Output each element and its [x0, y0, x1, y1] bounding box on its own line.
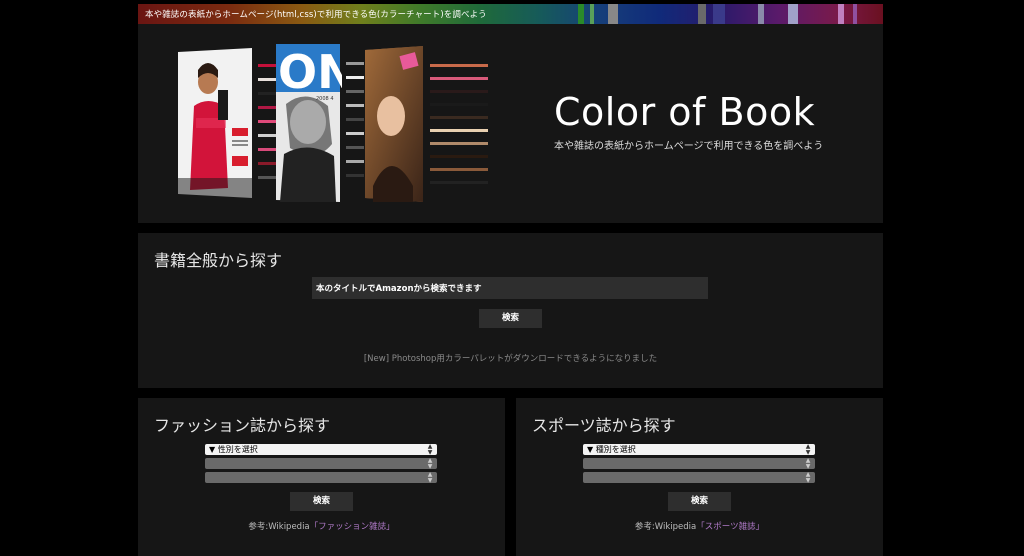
select-arrows-icon: ▲ ▼	[427, 457, 433, 470]
gender-select[interactable]: ▼ 性別を選択 ▲ ▼	[205, 444, 437, 455]
sports-wikipedia-reference: 参考:Wikipedia「スポーツ雑誌」	[634, 522, 765, 532]
book-search-button[interactable]: 検索	[479, 309, 542, 328]
hero-banner: ON 2008 4 Color of Book 本や雑誌の表紙からホームページで…	[138, 24, 883, 223]
book-search-panel: 書籍全般から探す 検索 [New] Photoshop用カラーパレットがダウンロ…	[138, 233, 883, 388]
book-cover-image-2[interactable]: ON 2008 4	[276, 44, 342, 208]
swatch-strip-3	[430, 64, 522, 194]
fashion-magazine-panel: ファッション誌から探す ▼ 性別を選択 ▲ ▼ ▲ ▼ ▲ ▼ 検索 参考:Wikip…	[138, 398, 505, 556]
sports-wikipedia-link[interactable]: 「スポーツ雑誌」	[696, 522, 764, 532]
swatch-strip-1	[258, 64, 278, 194]
swatch-strip-2	[346, 62, 366, 192]
fashion-search-heading: ファッション誌から探す	[154, 416, 331, 435]
sports-magazine-select[interactable]: ▲ ▼	[583, 472, 815, 483]
select-arrows-icon: ▲ ▼	[805, 443, 811, 456]
sports-search-button[interactable]: 検索	[668, 492, 731, 511]
sports-category-select[interactable]: ▲ ▼	[583, 458, 815, 469]
fashion-wikipedia-reference: 参考:Wikipedia「ファッション雑誌」	[248, 522, 395, 532]
sport-type-select-value: ▼ 種別を選択	[587, 445, 636, 454]
svg-text:2008 4: 2008 4	[316, 96, 334, 102]
color-strip-header: 本や雑誌の表紙からホームページ(html,css)で利用できる色(カラーチャート…	[138, 4, 883, 24]
select-arrows-icon: ▲ ▼	[805, 457, 811, 470]
site-logo-title: Color of Book	[554, 90, 816, 134]
book-cover-image-1[interactable]	[178, 48, 258, 206]
sport-type-select[interactable]: ▼ 種別を選択 ▲ ▼	[583, 444, 815, 455]
book-title-search-input[interactable]	[312, 277, 708, 299]
photoshop-palette-notice[interactable]: [New] Photoshop用カラーパレットがダウンロードできるようになりまし…	[138, 352, 883, 364]
fashion-wikipedia-link[interactable]: 「ファッション雑誌」	[310, 522, 395, 532]
site-tagline: 本や雑誌の表紙からホームページ(html,css)で利用できる色(カラーチャート…	[145, 10, 487, 20]
site-logo-subtitle: 本や雑誌の表紙からホームページで利用できる色を調べよう	[554, 141, 824, 152]
svg-text:ON: ON	[278, 45, 342, 99]
fashion-magazine-select[interactable]: ▲ ▼	[205, 472, 437, 483]
select-arrows-icon: ▲ ▼	[427, 443, 433, 456]
select-arrows-icon: ▲ ▼	[805, 471, 811, 484]
fashion-search-button[interactable]: 検索	[290, 492, 353, 511]
fashion-category-select[interactable]: ▲ ▼	[205, 458, 437, 469]
sports-magazine-panel: スポーツ誌から探す ▼ 種別を選択 ▲ ▼ ▲ ▼ ▲ ▼ 検索 参考:Wikiped…	[516, 398, 883, 556]
sports-search-heading: スポーツ誌から探す	[532, 416, 676, 435]
book-cover-image-3[interactable]	[365, 46, 425, 206]
book-search-heading: 書籍全般から探す	[154, 251, 283, 270]
gender-select-value: ▼ 性別を選択	[209, 445, 258, 454]
select-arrows-icon: ▲ ▼	[427, 471, 433, 484]
